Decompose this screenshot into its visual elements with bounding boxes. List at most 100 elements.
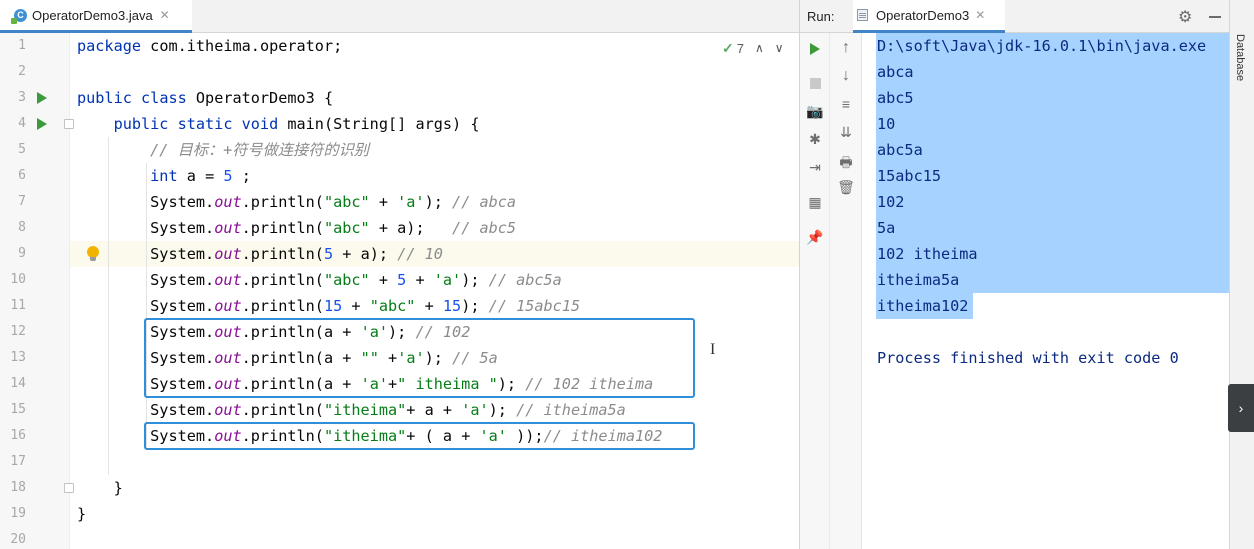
lightbulb-icon[interactable] bbox=[87, 246, 99, 261]
layout-icon[interactable]: ▦ bbox=[806, 194, 824, 211]
code-line[interactable]: } bbox=[77, 501, 86, 527]
console-icon bbox=[857, 9, 868, 21]
run-toolbar-right: ↑ ↓ ≡ ⇊ 🖶 🗑 bbox=[830, 33, 862, 549]
code-area[interactable]: package com.itheima.operator; public clas… bbox=[70, 33, 799, 549]
console-line: abc5 bbox=[877, 89, 914, 107]
code-line[interactable]: System.out.println("abc" + 'a'); // abca bbox=[77, 189, 516, 215]
run-tab-operatordemo3[interactable]: OperatorDemo3 ✕ bbox=[853, 0, 1005, 33]
console-line: Process finished with exit code 0 bbox=[877, 349, 1179, 367]
line-number: 7 bbox=[18, 194, 26, 209]
print-icon[interactable]: 🖶 bbox=[837, 152, 855, 176]
pin-icon[interactable]: 📌 bbox=[806, 229, 824, 246]
editor-tab-bar: C OperatorDemo3.java ✕ bbox=[0, 0, 799, 33]
line-number: 1 bbox=[18, 38, 26, 53]
soft-wrap-icon[interactable]: ≡ bbox=[837, 96, 855, 112]
previous-highlight-icon[interactable]: ∧ bbox=[755, 41, 764, 55]
line-number: 14 bbox=[10, 376, 26, 391]
line-number: 4 bbox=[18, 116, 26, 131]
close-tab-icon[interactable]: ✕ bbox=[160, 8, 170, 22]
indent-guide bbox=[146, 163, 147, 449]
code-line[interactable]: public static void main(String[] args) { bbox=[77, 111, 480, 137]
run-toolbar-left: 📷 ✱ ⇥ ▦ 📌 bbox=[800, 33, 830, 549]
file-tab-label: OperatorDemo3.java bbox=[32, 7, 153, 23]
line-number: 8 bbox=[18, 220, 26, 235]
code-line[interactable]: System.out.println("abc" + 5 + 'a'); // … bbox=[77, 267, 562, 293]
file-tab-operatordemo3[interactable]: C OperatorDemo3.java ✕ bbox=[0, 0, 192, 33]
code-line[interactable]: System.out.println(15 + "abc" + 15); // … bbox=[77, 293, 580, 319]
database-tab[interactable]: Database bbox=[1234, 34, 1246, 81]
inspection-count: 7 bbox=[736, 40, 744, 56]
scroll-to-end-icon[interactable]: ⇊ bbox=[837, 124, 855, 141]
code-line[interactable]: int a = 5 ; bbox=[77, 163, 251, 189]
line-number: 11 bbox=[10, 298, 26, 313]
line-number: 17 bbox=[10, 454, 26, 469]
run-panel-header: Run: OperatorDemo3 ✕ ⚙ bbox=[800, 0, 1254, 33]
selection-highlight bbox=[876, 215, 1232, 241]
trash-icon[interactable]: 🗑 bbox=[837, 179, 855, 196]
code-line[interactable]: System.out.println(5 + a); // 10 bbox=[77, 241, 443, 267]
selection-highlight bbox=[876, 111, 1232, 137]
line-number: 3 bbox=[18, 90, 26, 105]
console-line: 5a bbox=[877, 219, 896, 237]
inspection-widget[interactable]: ✓ 7 ∧ ∨ bbox=[722, 40, 784, 56]
indent-guide bbox=[108, 137, 109, 475]
highlight-box-lines-12-14 bbox=[144, 318, 695, 398]
java-class-icon: C bbox=[11, 8, 27, 24]
console-line: D:\soft\Java\jdk-16.0.1\bin\java.exe bbox=[877, 37, 1207, 55]
right-tool-strip: Database bbox=[1229, 0, 1254, 549]
next-highlight-icon[interactable]: ∨ bbox=[775, 41, 784, 55]
check-icon: ✓ bbox=[722, 39, 734, 56]
line-number: 2 bbox=[18, 64, 26, 79]
camera-icon[interactable]: 📷 bbox=[806, 103, 824, 120]
exit-icon[interactable]: ⇥ bbox=[806, 159, 824, 176]
console-line: abc5a bbox=[877, 141, 923, 159]
code-line[interactable]: // 目标：+符号做连接符的识别 bbox=[77, 137, 369, 163]
code-line[interactable]: System.out.println("itheima"+ a + 'a'); … bbox=[77, 397, 626, 423]
console-line: 102 bbox=[877, 193, 905, 211]
expand-panel-icon[interactable]: › bbox=[1228, 384, 1254, 432]
console-line: 10 bbox=[877, 115, 896, 133]
stop-icon[interactable] bbox=[810, 78, 821, 89]
line-number: 9 bbox=[18, 246, 26, 261]
selection-highlight bbox=[876, 137, 1232, 163]
run-tab-label: OperatorDemo3 bbox=[876, 7, 970, 23]
console-line: itheima5a bbox=[877, 271, 960, 289]
mouse-text-cursor: I bbox=[710, 341, 716, 358]
highlight-box-line-16 bbox=[144, 422, 695, 450]
line-number: 18 bbox=[10, 480, 26, 495]
code-line[interactable]: public class OperatorDemo3 { bbox=[77, 85, 333, 111]
console-output[interactable]: D:\soft\Java\jdk-16.0.1\bin\java.exe abca… bbox=[862, 33, 1232, 549]
line-number: 20 bbox=[10, 532, 26, 547]
code-editor[interactable]: C OperatorDemo3.java ✕ 1 2 3 4 5 6 7 8 9 10 11 12 13… bbox=[0, 0, 799, 549]
close-run-tab-icon[interactable]: ✕ bbox=[975, 8, 985, 22]
line-number: 19 bbox=[10, 506, 26, 521]
run-panel: Run: OperatorDemo3 ✕ ⚙ 📷 ✱ ⇥ ▦ 📌 ↑ ↓ ≡ ⇊… bbox=[799, 0, 1254, 549]
console-line: 15abc15 bbox=[877, 167, 942, 185]
line-number: 5 bbox=[18, 142, 26, 157]
run-label: Run: bbox=[807, 9, 835, 24]
selection-highlight bbox=[876, 59, 1232, 85]
code-line[interactable]: System.out.println("abc" + a); // abc5 bbox=[77, 215, 516, 241]
minimize-icon[interactable] bbox=[1209, 16, 1221, 18]
scroll-down-icon[interactable]: ↓ bbox=[837, 67, 855, 85]
debug-icon[interactable]: ✱ bbox=[806, 131, 824, 148]
selection-highlight bbox=[876, 85, 1232, 111]
console-line: abca bbox=[877, 63, 914, 81]
line-gutter: 1 2 3 4 5 6 7 8 9 10 11 12 13 14 15 16 17 18 19 20 bbox=[0, 33, 74, 549]
rerun-icon[interactable] bbox=[810, 43, 820, 55]
line-number: 10 bbox=[10, 272, 26, 287]
code-line[interactable]: package com.itheima.operator; bbox=[77, 33, 342, 59]
line-number: 16 bbox=[10, 428, 26, 443]
run-gutter-icon[interactable] bbox=[37, 118, 47, 130]
console-line: 102 itheima bbox=[877, 245, 978, 263]
console-line: itheima102 bbox=[877, 297, 969, 315]
line-number: 15 bbox=[10, 402, 26, 417]
selection-highlight bbox=[876, 189, 1232, 215]
run-gutter-icon[interactable] bbox=[37, 92, 47, 104]
scroll-up-icon[interactable]: ↑ bbox=[837, 39, 855, 57]
line-number: 13 bbox=[10, 350, 26, 365]
line-number: 6 bbox=[18, 168, 26, 183]
line-number: 12 bbox=[10, 324, 26, 339]
gear-icon[interactable]: ⚙ bbox=[1178, 7, 1192, 27]
code-line[interactable]: } bbox=[77, 475, 123, 501]
